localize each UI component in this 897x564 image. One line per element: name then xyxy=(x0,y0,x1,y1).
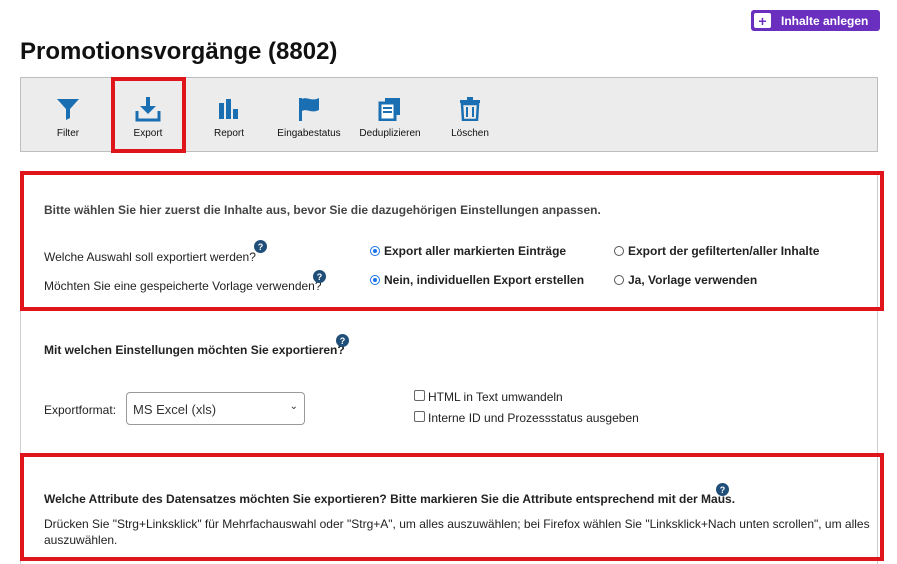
page-title: Promotionsvorgänge (8802) xyxy=(20,38,338,65)
attributes-heading: Welche Attribute des Datensatzes möchten… xyxy=(44,492,736,506)
export-scope-question: Welche Auswahl soll exportiert werden? xyxy=(44,250,256,264)
use-template-label: Ja, Vorlage verwenden xyxy=(628,273,758,287)
help-icon[interactable]: ? xyxy=(254,240,267,253)
html-to-text-checkbox[interactable] xyxy=(414,390,425,401)
report-button[interactable]: Report xyxy=(190,78,268,151)
report-label: Report xyxy=(213,128,244,139)
export-format-value: MS Excel (xls) xyxy=(133,402,217,417)
radio-individual-export[interactable] xyxy=(370,275,380,285)
internal-id-checkbox[interactable] xyxy=(414,411,425,422)
delete-label: Löschen xyxy=(451,128,489,139)
internal-id-label: Interne ID und Prozessstatus ausgeben xyxy=(428,411,639,425)
bar-chart-icon xyxy=(217,96,241,122)
trash-icon xyxy=(459,96,481,122)
html-to-text-label: HTML in Text umwandeln xyxy=(428,390,563,404)
attributes-panel xyxy=(20,453,878,564)
deduplicate-button[interactable]: Deduplizieren xyxy=(351,78,429,151)
selection-intro: Bitte wählen Sie hier zuerst die Inhalte… xyxy=(44,203,601,217)
filter-button[interactable]: Filter xyxy=(29,78,107,151)
add-content-button[interactable]: + Inhalte anlegen xyxy=(751,10,880,31)
settings-panel xyxy=(20,311,878,453)
export-marked-label: Export aller markierten Einträge xyxy=(384,244,567,258)
flag-icon xyxy=(297,96,321,122)
add-content-label: Inhalte anlegen xyxy=(781,13,869,28)
help-icon[interactable]: ? xyxy=(313,270,326,283)
filter-label: Filter xyxy=(56,128,80,139)
download-icon xyxy=(135,96,161,122)
export-label: Export xyxy=(133,128,163,139)
delete-button[interactable]: Löschen xyxy=(431,78,509,151)
input-status-label: Eingabestatus xyxy=(277,128,341,139)
help-icon[interactable]: ? xyxy=(716,483,729,496)
export-button[interactable]: Export xyxy=(109,78,187,151)
settings-heading: Mit welchen Einstellungen möchten Sie ex… xyxy=(44,343,345,357)
export-filtered-label: Export der gefilterten/aller Inhalte xyxy=(628,244,820,258)
help-icon[interactable]: ? xyxy=(336,334,349,347)
toolbar: Filter Export Report Eingabestatus Dedup… xyxy=(20,77,878,152)
template-question: Möchten Sie eine gespeicherte Vorlage ve… xyxy=(44,279,322,293)
chevron-down-icon: ⌄ xyxy=(289,401,298,412)
filter-icon xyxy=(56,96,80,122)
radio-export-filtered[interactable] xyxy=(614,246,624,256)
individual-export-label: Nein, individuellen Export erstellen xyxy=(384,273,585,287)
radio-export-marked[interactable] xyxy=(370,246,380,256)
radio-use-template[interactable] xyxy=(614,275,624,285)
input-status-button[interactable]: Eingabestatus xyxy=(270,78,348,151)
plus-icon: + xyxy=(754,13,771,28)
export-format-select[interactable]: MS Excel (xls) ⌄ xyxy=(126,392,305,425)
duplicate-icon xyxy=(378,96,402,122)
attributes-hint-line1: Drücken Sie "Strg+Linksklick" für Mehrfa… xyxy=(44,517,870,531)
deduplicate-label: Deduplizieren xyxy=(359,128,421,139)
format-label: Exportformat: xyxy=(44,403,117,417)
attributes-hint-line2: auszuwählen. xyxy=(44,533,118,547)
